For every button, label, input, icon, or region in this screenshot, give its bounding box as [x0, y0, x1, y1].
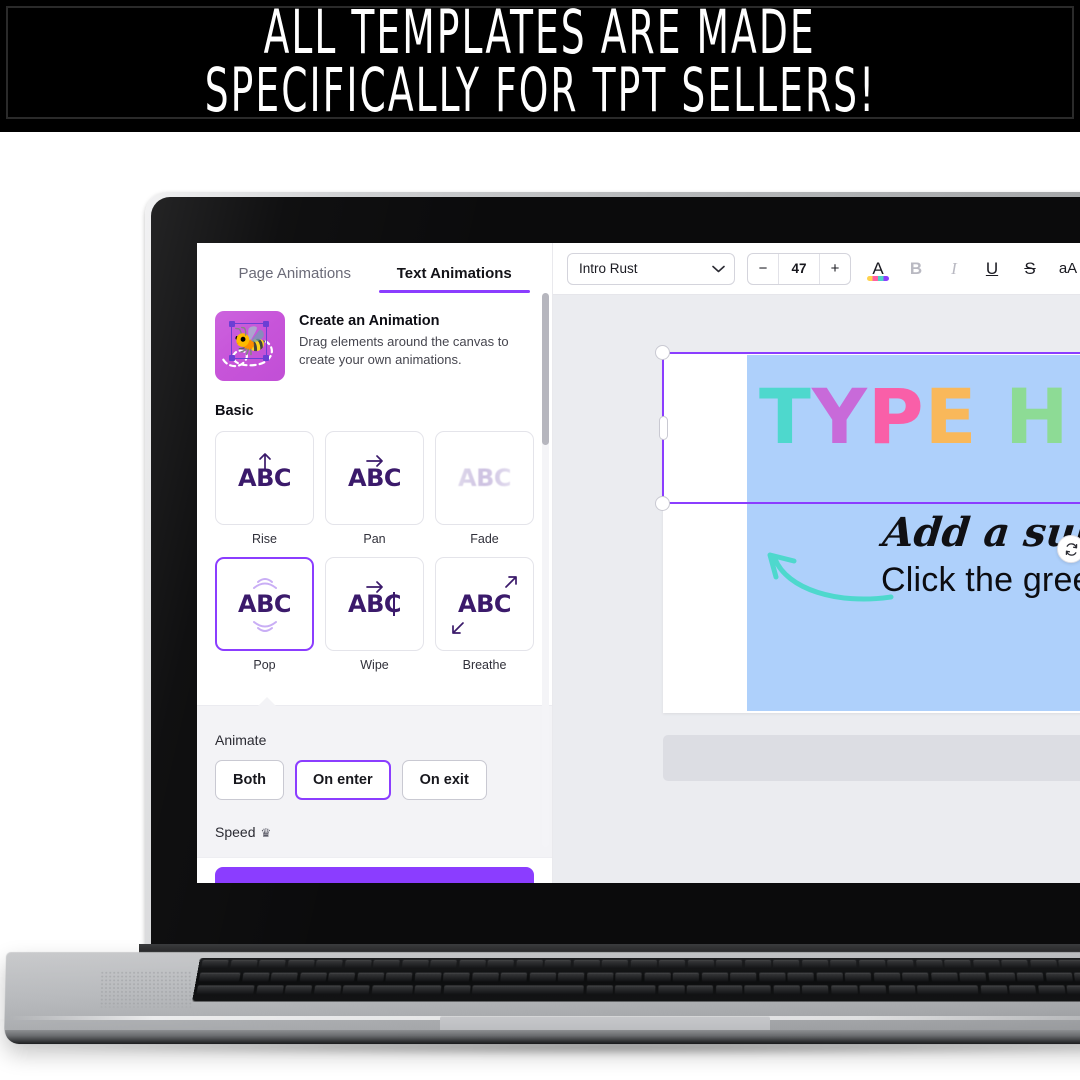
animation-label-rise: Rise [251, 532, 277, 546]
create-animation-text: Create an Animation Drag elements around… [299, 311, 531, 370]
headline-selection-frame [655, 345, 1080, 511]
animate-settings-section: Animate Both On enter On exit Speed ♛ [197, 697, 552, 857]
animation-glyph: ABC [458, 590, 511, 618]
animation-label-pop: Pop [253, 658, 276, 672]
animation-label-fade: Fade [470, 532, 499, 546]
rotate-arrows-glyph [1065, 542, 1077, 556]
tab-text-animations[interactable]: Text Animations [375, 259, 535, 293]
tab-page-animations[interactable]: Page Animations [215, 259, 375, 293]
font-size-stepper: − 47 + [747, 252, 851, 285]
speed-row: Speed ♛ [197, 800, 552, 840]
laptop-speaker-grille [99, 970, 193, 1008]
strikethrough-icon[interactable]: S [1019, 254, 1041, 284]
arrow-southwest-icon [452, 622, 464, 634]
font-family-select[interactable]: Intro Rust [567, 252, 735, 285]
panel-tabs: Page Animations Text Animations [197, 243, 552, 293]
text-caret-icon [392, 592, 395, 616]
font-size-value[interactable]: 47 [778, 253, 820, 284]
arrow-northeast-icon [505, 576, 517, 588]
design-editor: Page Animations Text Animations 🐝 Create… [197, 243, 1080, 883]
panel-scrollbar[interactable] [542, 293, 549, 847]
letter-case-icon[interactable]: aA [1057, 254, 1079, 284]
animation-label-wipe: Wipe [360, 658, 389, 672]
rotate-icon[interactable] [1057, 535, 1080, 563]
primary-action-button[interactable] [215, 867, 534, 883]
font-family-value: Intro Rust [579, 261, 638, 276]
subheading-text[interactable]: Add a subh [881, 509, 1080, 556]
laptop-drop-shadow [20, 1038, 1080, 1056]
animation-glyph: ABC [348, 464, 401, 492]
animation-option-rise[interactable]: ABC Rise [215, 431, 314, 546]
panel-scrollbar-thumb[interactable] [542, 293, 549, 445]
section-title-basic: Basic [215, 403, 254, 419]
create-animation-card[interactable]: 🐝 Create an Animation Drag elements arou… [197, 293, 552, 381]
resize-handle-top-left[interactable] [655, 345, 670, 360]
promo-banner-border: ALL TEMPLATES ARE MADE SPECIFICALLY FOR … [6, 0, 1074, 125]
animation-preview-fade[interactable]: ABC [435, 431, 534, 525]
animation-glyph: ABC [238, 590, 291, 618]
promo-banner-line-2: SPECIFICALLY FOR TPT SELLERS! [204, 56, 876, 126]
italic-icon[interactable]: I [943, 254, 965, 284]
animate-option-on-enter[interactable]: On enter [295, 760, 391, 800]
arrow-right-icon [365, 455, 383, 467]
animation-label-pan: Pan [363, 532, 386, 546]
text-color-swatch [867, 275, 889, 281]
text-color-icon[interactable]: A [867, 254, 889, 284]
bold-icon[interactable]: B [905, 254, 927, 284]
resize-handle-bottom-left[interactable] [655, 496, 670, 511]
instruction-text: Click the green [881, 561, 1080, 599]
canvas-area[interactable]: TYPE H Add a subh Click the gre [553, 295, 1080, 883]
animation-glyph: ABC [458, 464, 511, 492]
animation-preview-pop[interactable]: ABC [215, 557, 314, 651]
animate-direction-group: Both On enter On exit [197, 748, 552, 800]
animation-preview-breathe[interactable]: ABC [435, 557, 534, 651]
crown-icon: ♛ [260, 826, 272, 840]
create-animation-thumbnail: 🐝 [215, 311, 285, 381]
text-toolbar: Intro Rust − 47 + A B I U S aA [553, 243, 1080, 295]
animation-grid: ABC Rise ABC Pan ABC Fade ABC Pop ABC Wi… [197, 419, 552, 672]
underline-icon[interactable]: U [981, 254, 1003, 284]
promo-banner: ALL TEMPLATES ARE MADE SPECIFICALLY FOR … [0, 0, 1080, 132]
pulse-arcs-icon-bottom [252, 621, 277, 632]
animate-option-on-exit[interactable]: On exit [401, 760, 487, 800]
chevron-down-icon [712, 265, 725, 272]
pulse-arcs-icon [252, 578, 277, 589]
design-page[interactable]: TYPE H Add a subh Click the gre [655, 345, 1080, 713]
animation-preview-pan[interactable]: ABC [325, 431, 424, 525]
bee-icon: 🐝 [233, 325, 268, 356]
animation-preview-wipe[interactable]: ABC [325, 557, 424, 651]
animate-label: Animate [215, 732, 267, 748]
laptop-keyboard [192, 958, 1080, 1002]
create-animation-description: Drag elements around the canvas to creat… [299, 334, 509, 368]
section-pointer-caret [258, 697, 276, 706]
font-size-increase-button[interactable]: + [820, 254, 850, 284]
create-animation-title: Create an Animation [299, 313, 440, 329]
animation-option-wipe[interactable]: ABC Wipe [325, 557, 424, 672]
animation-label-breathe: Breathe [462, 658, 507, 672]
curved-arrow-icon [767, 552, 894, 602]
font-size-decrease-button[interactable]: − [748, 254, 778, 284]
animation-option-pop[interactable]: ABC Pop [215, 557, 314, 672]
laptop-mockup: Page Animations Text Animations 🐝 Create… [0, 132, 1080, 1080]
animation-preview-rise[interactable]: ABC [215, 431, 314, 525]
resize-handle-middle-left[interactable] [659, 416, 668, 440]
editor-workspace: Intro Rust − 47 + A B I U S aA TYPE H Ad… [553, 243, 1080, 883]
animation-option-breathe[interactable]: ABC Breathe [435, 557, 534, 672]
animate-option-both[interactable]: Both [215, 760, 285, 800]
panel-footer [197, 857, 552, 883]
animations-side-panel: Page Animations Text Animations 🐝 Create… [197, 243, 553, 883]
add-page-bar[interactable]: + Add pag [663, 735, 1080, 781]
arrow-up-icon [258, 453, 271, 470]
arrow-right-caret-icon [365, 581, 383, 593]
laptop-screen: Page Animations Text Animations 🐝 Create… [197, 243, 1080, 883]
animation-option-fade[interactable]: ABC Fade [435, 431, 534, 546]
speed-label: Speed [215, 824, 256, 840]
screenshot-root: ALL TEMPLATES ARE MADE SPECIFICALLY FOR … [0, 0, 1080, 1080]
animation-option-pan[interactable]: ABC Pan [325, 431, 424, 546]
format-controls: A B I U S aA [867, 254, 1080, 284]
